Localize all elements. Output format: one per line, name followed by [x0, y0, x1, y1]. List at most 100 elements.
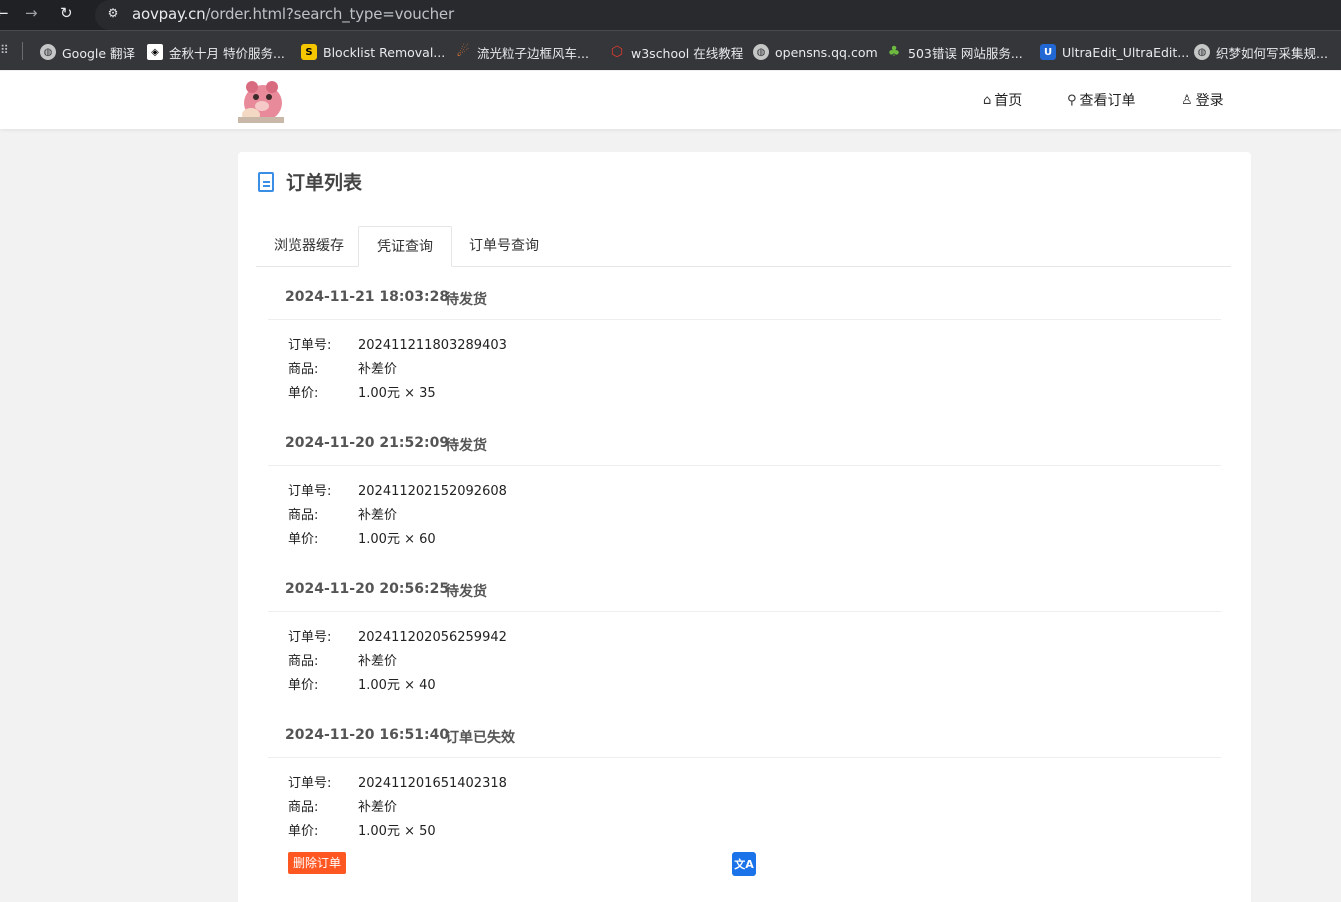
forward-arrow-icon[interactable]: →	[25, 4, 38, 22]
order-no-label: 订单号:	[288, 338, 332, 353]
product-label: 商品:	[288, 654, 319, 669]
price-label: 单价:	[288, 824, 319, 839]
product-value: 补差价	[358, 508, 398, 523]
nav-check-order-label: 查看订单	[1079, 93, 1136, 109]
bookmark-label: Blocklist Removal...	[323, 44, 446, 60]
url-text[interactable]: aovpay.cn/order.html?search_type=voucher	[132, 5, 454, 23]
price-row: 单价: 1.00元 × 50	[288, 820, 436, 839]
reload-icon[interactable]: ↻	[60, 4, 73, 22]
search-icon: ⚲	[1067, 92, 1077, 108]
order-no-label: 订单号:	[288, 484, 332, 499]
apps-grid-icon[interactable]: ⠿	[0, 43, 9, 57]
tab-bar: 浏览器缓存 凭证查询 订单号查询	[256, 226, 1231, 267]
product-row: 商品: 补差价	[288, 504, 397, 523]
order-no-value: 202411202152092608	[358, 484, 507, 499]
bookmark-comet[interactable]: ☄ 流光粒子边框风车...	[455, 42, 589, 62]
bookmark-ultraedit[interactable]: U UltraEdit_UltraEdit...	[1040, 42, 1189, 62]
price-row: 单价: 1.00元 × 40	[288, 674, 436, 693]
order-header: 2024-11-20 21:52:09 待发货	[268, 428, 1221, 466]
bookmark-opensns[interactable]: ◍ opensns.qq.com	[753, 42, 878, 62]
site-header: ⌂ 首页 ⚲ 查看订单 ♙ 登录	[0, 71, 1341, 129]
tab-voucher-query[interactable]: 凭证查询	[358, 226, 452, 267]
bookmark-google-translate[interactable]: ◍ Google 翻译	[40, 42, 135, 62]
nav-login[interactable]: ♙ 登录	[1181, 90, 1224, 110]
order-status: 订单已失效	[445, 730, 515, 746]
price-value: 1.00元 × 40	[358, 678, 436, 693]
bookmark-dedecms[interactable]: ◍ 织梦如何写采集规...	[1194, 42, 1328, 62]
bookmark-label: 金秋十月 特价服务...	[169, 45, 285, 61]
comet-icon: ☄	[456, 44, 470, 60]
order-status: 待发货	[445, 292, 487, 308]
ultraedit-icon: U	[1040, 44, 1056, 60]
bookmarks-separator	[22, 42, 23, 60]
site-info-icon[interactable]: ⚙	[104, 6, 122, 24]
delete-order-button[interactable]: 删除订单	[288, 852, 347, 874]
tab-browser-cache[interactable]: 浏览器缓存	[256, 226, 362, 267]
nav-home-label: 首页	[994, 93, 1023, 109]
bookmark-label: UltraEdit_UltraEdit...	[1062, 44, 1190, 60]
product-label: 商品:	[288, 508, 319, 523]
google-translate-icon: ◍	[40, 44, 56, 60]
translate-icon[interactable]: 文A	[732, 852, 756, 876]
user-icon: ♙	[1181, 92, 1193, 108]
promo-icon: ◈	[147, 44, 163, 60]
nav-home[interactable]: ⌂ 首页	[983, 90, 1022, 110]
bookmark-503[interactable]: ♣ 503错误 网站服务...	[886, 42, 1023, 62]
document-icon	[258, 171, 274, 192]
tree-icon: ♣	[887, 44, 901, 60]
w3school-icon: ⬡	[610, 44, 624, 60]
blocklist-icon: S	[301, 44, 317, 60]
price-row: 单价: 1.00元 × 35	[288, 382, 436, 401]
home-icon: ⌂	[983, 92, 992, 108]
order-header: 2024-11-21 18:03:28 待发货	[268, 282, 1221, 320]
bookmark-label: opensns.qq.com	[775, 44, 878, 60]
order-time: 2024-11-21 18:03:28	[285, 289, 450, 305]
order-status: 待发货	[445, 438, 487, 454]
order-no-row: 订单号: 202411202152092608	[288, 480, 507, 499]
nav-check-order[interactable]: ⚲ 查看订单	[1067, 90, 1136, 110]
bookmark-label: 织梦如何写采集规...	[1216, 45, 1328, 61]
page-title: 订单列表	[286, 172, 363, 194]
globe-icon: ◍	[1194, 44, 1210, 60]
product-label: 商品:	[288, 362, 319, 377]
order-header: 2024-11-20 20:56:25 待发货	[268, 574, 1221, 612]
bookmark-label: w3school 在线教程	[631, 45, 744, 61]
order-time: 2024-11-20 16:51:40	[285, 727, 450, 743]
bookmark-label: 流光粒子边框风车...	[477, 45, 589, 61]
price-label: 单价:	[288, 678, 319, 693]
order-time: 2024-11-20 20:56:25	[285, 581, 450, 597]
browser-address-bar: ← → ↻ ⚙ aovpay.cn/order.html?search_type…	[0, 0, 1341, 30]
order-no-row: 订单号: 202411201651402318	[288, 772, 507, 791]
order-no-row: 订单号: 202411202056259942	[288, 626, 507, 645]
order-list-card: 订单列表 浏览器缓存 凭证查询 订单号查询 2024-11-21 18:03:2…	[238, 152, 1251, 902]
order-no-label: 订单号:	[288, 630, 332, 645]
back-arrow-icon[interactable]: ←	[0, 4, 9, 22]
price-row: 单价: 1.00元 × 60	[288, 528, 436, 547]
tab-order-no-query[interactable]: 订单号查询	[451, 226, 557, 267]
product-value: 补差价	[358, 654, 398, 669]
product-row: 商品: 补差价	[288, 796, 397, 815]
price-label: 单价:	[288, 532, 319, 547]
order-no-value: 202411201651402318	[358, 776, 507, 791]
price-value: 1.00元 × 60	[358, 532, 436, 547]
order-no-value: 202411211803289403	[358, 338, 507, 353]
product-label: 商品:	[288, 800, 319, 815]
url-host: aovpay.cn	[132, 5, 206, 23]
order-header: 2024-11-20 16:51:40 订单已失效	[268, 720, 1221, 758]
bookmarks-bar: ⠿ ◍ Google 翻译 ◈ 金秋十月 特价服务... S Blocklist…	[0, 30, 1341, 70]
nav-login-label: 登录	[1195, 93, 1224, 109]
card-title: 订单列表	[258, 168, 362, 195]
globe-icon: ◍	[753, 44, 769, 60]
order-status: 待发货	[445, 584, 487, 600]
bookmark-w3school[interactable]: ⬡ w3school 在线教程	[609, 42, 743, 62]
product-value: 补差价	[358, 362, 398, 377]
product-row: 商品: 补差价	[288, 358, 397, 377]
price-value: 1.00元 × 50	[358, 824, 436, 839]
price-value: 1.00元 × 35	[358, 386, 436, 401]
order-no-value: 202411202056259942	[358, 630, 507, 645]
order-no-row: 订单号: 202411211803289403	[288, 334, 507, 353]
bookmark-blocklist[interactable]: S Blocklist Removal...	[301, 42, 445, 62]
logo[interactable]	[238, 77, 284, 123]
bookmark-promo[interactable]: ◈ 金秋十月 特价服务...	[147, 42, 285, 62]
order-time: 2024-11-20 21:52:09	[285, 435, 450, 451]
